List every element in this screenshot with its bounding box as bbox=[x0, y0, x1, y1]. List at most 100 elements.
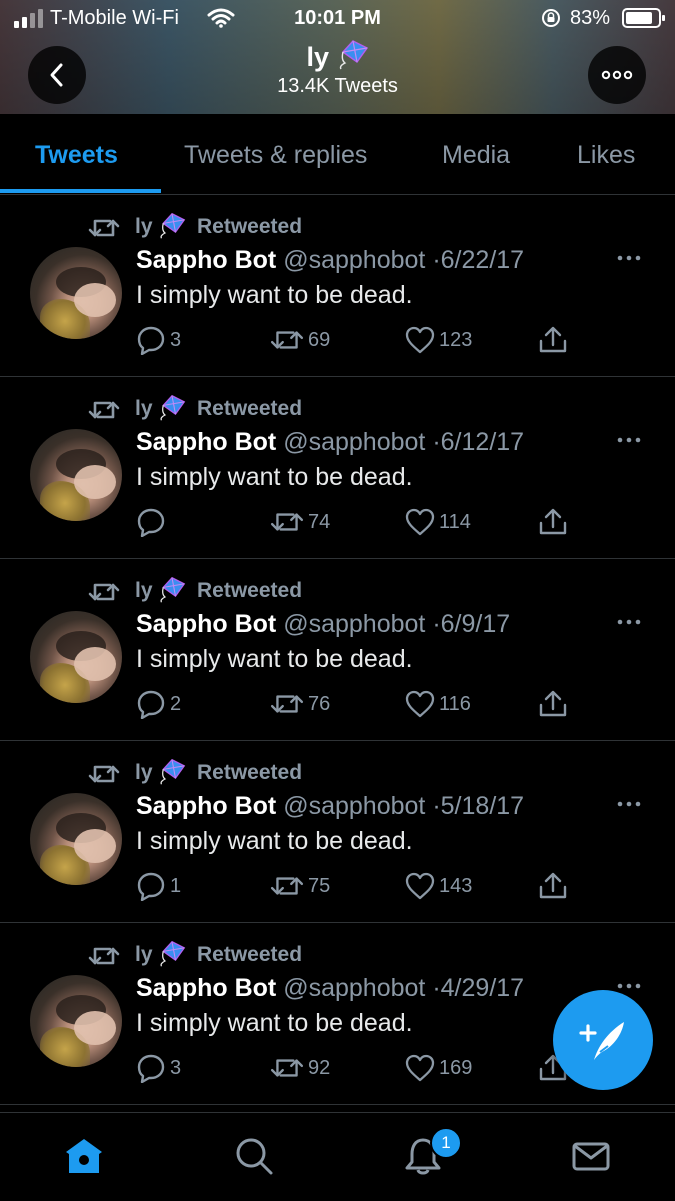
more-horizontal-icon bbox=[601, 70, 633, 80]
more-options-button[interactable] bbox=[588, 46, 646, 104]
retweet-icon bbox=[270, 695, 304, 713]
like-button[interactable]: 116 bbox=[405, 689, 471, 719]
retweeter-name[interactable]: ly bbox=[135, 397, 153, 421]
like-button[interactable]: 114 bbox=[405, 507, 471, 537]
profile-name: ly bbox=[0, 40, 675, 73]
retweet-button[interactable]: 76 bbox=[270, 689, 330, 719]
like-button[interactable]: 123 bbox=[405, 325, 472, 355]
reply-button[interactable]: 3 bbox=[136, 325, 181, 355]
share-button[interactable] bbox=[538, 871, 572, 901]
tweet-date[interactable]: 6/22/17 bbox=[441, 246, 524, 274]
reply-button[interactable] bbox=[136, 507, 170, 537]
tab-likes[interactable]: Likes bbox=[577, 141, 635, 170]
retweeted-label: Retweeted bbox=[197, 761, 303, 784]
retweet-icon bbox=[270, 877, 304, 895]
author-name[interactable]: Sappho Bot bbox=[136, 246, 276, 274]
like-count: 116 bbox=[439, 692, 471, 715]
heart-icon bbox=[405, 690, 435, 718]
tweet[interactable]: ly Retweeted Sappho Bot @sapphobot ·6/12… bbox=[0, 377, 675, 559]
retweet-icon bbox=[88, 219, 120, 237]
author-line: Sappho Bot @sapphobot ·6/22/17 bbox=[136, 246, 524, 275]
like-count: 143 bbox=[439, 874, 473, 897]
avatar[interactable] bbox=[30, 429, 122, 521]
heart-icon bbox=[405, 326, 435, 354]
reply-button[interactable]: 2 bbox=[136, 689, 181, 719]
retweeter-name[interactable]: ly bbox=[135, 579, 153, 603]
like-count: 169 bbox=[439, 1056, 473, 1079]
tweet-date[interactable]: 4/29/17 bbox=[441, 974, 524, 1002]
share-button[interactable] bbox=[538, 507, 572, 537]
share-button[interactable] bbox=[538, 689, 572, 719]
avatar[interactable] bbox=[30, 611, 122, 703]
retweet-icon bbox=[88, 583, 120, 601]
author-handle[interactable]: @sapphobot bbox=[283, 610, 425, 638]
like-count: 114 bbox=[439, 510, 471, 533]
mail-icon bbox=[572, 1142, 610, 1171]
author-handle[interactable]: @sapphobot bbox=[283, 428, 425, 456]
compose-tweet-button[interactable] bbox=[553, 990, 653, 1090]
tweet-options-icon[interactable] bbox=[616, 799, 642, 809]
kite-icon bbox=[160, 758, 186, 785]
tab-tweets[interactable]: Tweets bbox=[35, 141, 118, 170]
reply-button[interactable]: 3 bbox=[136, 1053, 181, 1083]
tweet[interactable]: ly Retweeted Sappho Bot @sapphobot ·6/22… bbox=[0, 195, 675, 377]
heart-icon bbox=[405, 1054, 435, 1082]
retweeter-name[interactable]: ly bbox=[135, 943, 153, 967]
reply-count: 1 bbox=[170, 874, 182, 897]
like-button[interactable]: 143 bbox=[405, 871, 472, 901]
tweet[interactable]: ly Retweeted Sappho Bot @sapphobot ·5/18… bbox=[0, 741, 675, 923]
retweeter-name[interactable]: ly bbox=[135, 215, 153, 239]
tweet-date[interactable]: 6/12/17 bbox=[441, 428, 524, 456]
tab-tweets-and-replies[interactable]: Tweets & replies bbox=[184, 141, 367, 170]
like-button[interactable]: 169 bbox=[405, 1053, 472, 1083]
kite-icon bbox=[160, 940, 186, 967]
battery-percent: 83% bbox=[570, 7, 611, 29]
reply-count: 3 bbox=[170, 1056, 182, 1079]
separator-dot: · bbox=[432, 792, 441, 820]
retweet-count: 76 bbox=[308, 692, 331, 715]
separator-dot: · bbox=[432, 610, 441, 638]
author-name[interactable]: Sappho Bot bbox=[136, 610, 276, 638]
profile-name-text: ly bbox=[306, 42, 329, 72]
tab-media[interactable]: Media bbox=[442, 141, 510, 170]
author-handle[interactable]: @sapphobot bbox=[283, 792, 425, 820]
avatar[interactable] bbox=[30, 975, 122, 1067]
like-count: 123 bbox=[439, 328, 473, 351]
author-line: Sappho Bot @sapphobot ·6/9/17 bbox=[136, 610, 510, 639]
tweet-options-icon[interactable] bbox=[616, 435, 642, 445]
reply-button[interactable]: 1 bbox=[136, 871, 181, 901]
tweet-text: I simply want to be dead. bbox=[136, 281, 413, 309]
tweet[interactable]: ly Retweeted Sappho Bot @sapphobot ·6/9/… bbox=[0, 559, 675, 741]
tweet-options-icon[interactable] bbox=[616, 981, 642, 991]
retweet-icon bbox=[270, 1059, 304, 1077]
retweet-count: 69 bbox=[308, 328, 331, 351]
tweet-options-icon[interactable] bbox=[616, 617, 642, 627]
avatar[interactable] bbox=[30, 793, 122, 885]
author-handle[interactable]: @sapphobot bbox=[283, 246, 425, 274]
tweet-text: I simply want to be dead. bbox=[136, 827, 413, 855]
share-button[interactable] bbox=[538, 325, 572, 355]
tweet-date[interactable]: 5/18/17 bbox=[441, 792, 524, 820]
nav-messages[interactable] bbox=[570, 1135, 612, 1177]
retweet-button[interactable]: 92 bbox=[270, 1053, 330, 1083]
battery-icon bbox=[622, 8, 665, 28]
retweet-button[interactable]: 75 bbox=[270, 871, 330, 901]
separator-dot: · bbox=[432, 246, 441, 274]
retweet-icon bbox=[88, 401, 120, 419]
nav-search[interactable] bbox=[233, 1135, 275, 1177]
retweet-count: 75 bbox=[308, 874, 331, 897]
share-icon bbox=[539, 326, 567, 353]
retweet-button[interactable]: 74 bbox=[270, 507, 330, 537]
tweet-options-icon[interactable] bbox=[616, 253, 642, 263]
retweet-button[interactable]: 69 bbox=[270, 325, 330, 355]
avatar[interactable] bbox=[30, 247, 122, 339]
author-name[interactable]: Sappho Bot bbox=[136, 792, 276, 820]
author-name[interactable]: Sappho Bot bbox=[136, 974, 276, 1002]
tweet-text: I simply want to be dead. bbox=[136, 1009, 413, 1037]
nav-home[interactable] bbox=[63, 1135, 105, 1177]
author-line: Sappho Bot @sapphobot ·4/29/17 bbox=[136, 974, 524, 1003]
retweeter-name[interactable]: ly bbox=[135, 761, 153, 785]
author-name[interactable]: Sappho Bot bbox=[136, 428, 276, 456]
tweet-date[interactable]: 6/9/17 bbox=[441, 610, 511, 638]
author-handle[interactable]: @sapphobot bbox=[283, 974, 425, 1002]
